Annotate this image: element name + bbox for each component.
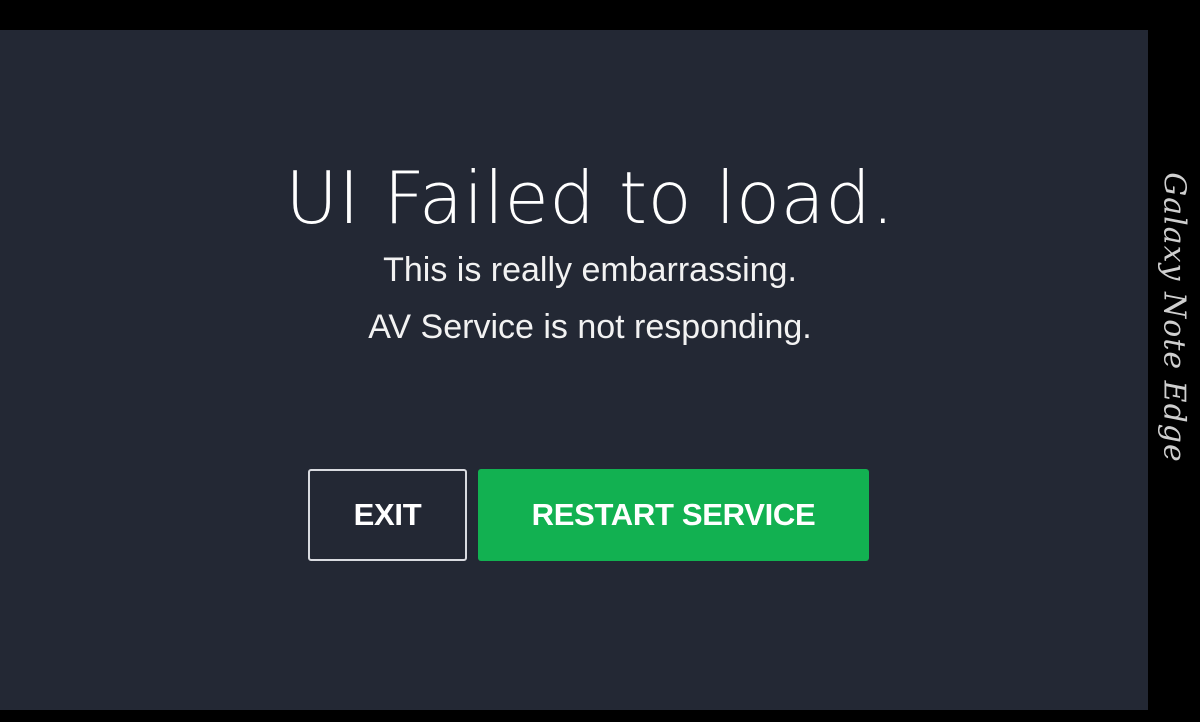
exit-button[interactable]: EXIT bbox=[308, 469, 467, 561]
error-title: UI Failed to load. bbox=[285, 156, 895, 240]
device-watermark: Galaxy Note Edge bbox=[1148, 0, 1200, 722]
error-message-line-2: AV Service is not responding. bbox=[368, 308, 812, 346]
error-window: UI Failed to load. This is really embarr… bbox=[0, 30, 1148, 710]
error-message-line-1: This is really embarrassing. bbox=[383, 251, 797, 289]
restart-service-button[interactable]: RESTART SERVICE bbox=[478, 469, 869, 561]
device-watermark-text: Galaxy Note Edge bbox=[1156, 171, 1192, 463]
